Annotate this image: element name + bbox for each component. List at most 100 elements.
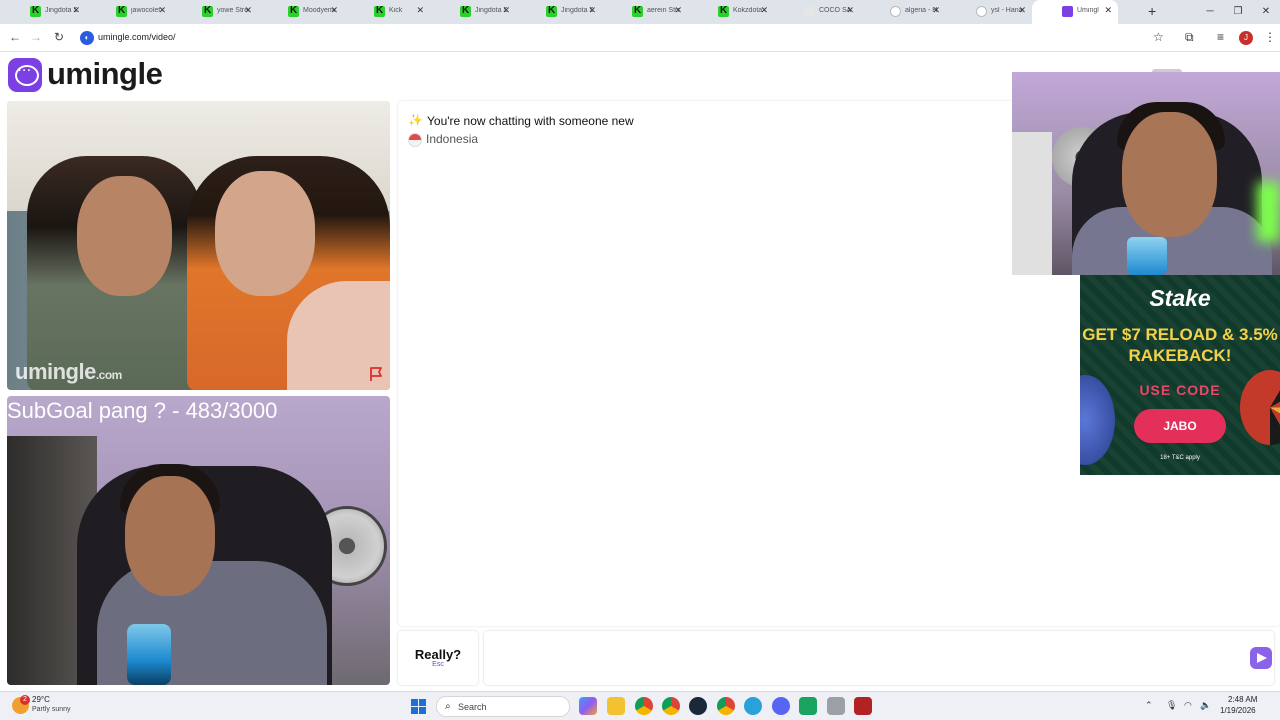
ad-terms: 18+ T&C apply — [1160, 455, 1200, 461]
window-controls: ─ ❐ ✕ — [1196, 0, 1280, 24]
video-face-right — [215, 171, 315, 296]
overlay-smart-speaker — [1127, 237, 1167, 275]
close-tab-icon[interactable]: ✕ — [846, 5, 854, 16]
overlay-green-light — [1257, 182, 1280, 242]
browser-menu-icon[interactable]: ⋮ — [1264, 30, 1276, 44]
chrome-icon-2[interactable] — [662, 697, 680, 715]
google-icon — [890, 6, 901, 17]
umingle-logo-icon[interactable] — [8, 58, 42, 92]
sparkle-icon: ✨ — [408, 113, 423, 127]
chat-status-message: You're now chatting with someone new — [427, 114, 634, 128]
browser-tab[interactable]: Jingdota Str✕ — [516, 0, 602, 24]
chat-message-input[interactable] — [484, 631, 1274, 685]
weather-condition: Partly sunny — [32, 706, 71, 713]
minimize-button[interactable]: ─ — [1196, 0, 1224, 24]
send-button[interactable] — [1250, 647, 1272, 669]
browser-tab[interactable]: Moodyemel✕ — [258, 0, 344, 24]
close-tab-icon[interactable]: ✕ — [760, 5, 768, 16]
close-tab-icon[interactable]: ✕ — [1018, 5, 1026, 16]
extensions-icon[interactable]: ⧉ — [1185, 30, 1194, 45]
forward-button[interactable]: → — [30, 30, 42, 44]
close-tab-icon[interactable]: ✕ — [158, 5, 166, 16]
site-logo-text[interactable]: umingle — [47, 56, 163, 92]
dota-icon[interactable] — [854, 697, 872, 715]
close-tab-icon[interactable]: ✕ — [330, 5, 338, 16]
site-info-icon[interactable]: ◐ — [80, 31, 94, 45]
browser-tab[interactable]: COCO SAMI✕ — [774, 0, 860, 24]
telegram-icon[interactable] — [744, 697, 762, 715]
browser-tab[interactable]: yowe Stream✕ — [172, 0, 258, 24]
browser-tab[interactable]: ysl - Hanapi✕ — [946, 0, 1032, 24]
skip-button-label: Really? — [414, 647, 462, 662]
browser-tab[interactable]: jawocolet St✕ — [86, 0, 172, 24]
ad-headline: GET $7 RELOAD & 3.5% RAKEBACK! — [1082, 325, 1278, 365]
clock-time[interactable]: 2:48 AM — [1228, 695, 1257, 704]
close-tab-icon[interactable]: ✕ — [502, 5, 510, 16]
video-smart-speaker — [127, 624, 171, 685]
copilot-icon[interactable] — [579, 697, 597, 715]
url-text: umingle.com/video/ — [98, 32, 176, 42]
notification-badge: 2 — [20, 695, 30, 705]
kick-icon — [718, 5, 729, 17]
profile-avatar[interactable]: J — [1239, 31, 1253, 45]
close-tab-icon[interactable]: ✕ — [674, 5, 682, 16]
close-tab-icon[interactable]: ✕ — [244, 5, 252, 16]
tray-chevron-icon[interactable]: ⌃ — [1145, 700, 1153, 711]
stake-logo: Stake — [1149, 285, 1211, 311]
tool-icon[interactable] — [827, 697, 845, 715]
umingle-icon — [1062, 6, 1073, 17]
overlay-head — [1122, 112, 1217, 237]
overlay-door — [1012, 132, 1052, 275]
steam-icon[interactable] — [689, 697, 707, 715]
kick-icon — [632, 5, 643, 17]
browser-tab[interactable]: algeria - Ha✕ — [860, 0, 946, 24]
self-video: SubGoal pang ? - 483/3000 — [7, 396, 390, 685]
clock-date[interactable]: 1/19/2026 — [1220, 706, 1256, 715]
watermark-main: umingle — [15, 359, 96, 384]
close-tab-icon[interactable]: ✕ — [1104, 5, 1112, 16]
stake-ad-overlay: Stake GET $7 RELOAD & 3.5% RAKEBACK! USE… — [1080, 275, 1280, 475]
reload-button[interactable]: ↻ — [54, 30, 64, 44]
browser-tab[interactable]: Jingdota Str✕ — [430, 0, 516, 24]
streamer-webcam-overlay — [1012, 72, 1280, 275]
browser-tab[interactable]: Jingdota Str✕ — [0, 0, 86, 24]
browser-tab[interactable]: aerein Strea✕ — [602, 0, 688, 24]
weather-temperature: 29°C — [32, 695, 50, 704]
kick-icon — [288, 5, 299, 17]
google-icon — [976, 6, 987, 17]
start-menu-icon[interactable] — [411, 699, 426, 714]
video-face-left — [77, 176, 172, 296]
browser-tab[interactable]: Kokzdota St✕ — [688, 0, 774, 24]
subgoal-overlay-text: SubGoal pang ? - 483/3000 — [7, 398, 278, 423]
close-tab-icon[interactable]: ✕ — [932, 5, 940, 16]
bookmark-star-icon[interactable]: ☆ — [1153, 30, 1164, 44]
media-controls-icon[interactable]: ≡ — [1217, 30, 1224, 44]
chrome-icon-3[interactable] — [717, 697, 735, 715]
chrome-icon-1[interactable] — [635, 697, 653, 715]
video-person-head — [125, 476, 215, 596]
app-icon[interactable] — [799, 697, 817, 715]
watermark-suffix: .com — [95, 368, 123, 382]
close-tab-icon[interactable]: ✕ — [72, 5, 80, 16]
skip-button[interactable]: Really? Esc — [398, 631, 478, 685]
taskbar-search[interactable]: ⌕ Search — [436, 696, 570, 717]
ad-promo-code: JABO — [1134, 409, 1226, 443]
wifi-icon[interactable]: ◠ — [1184, 700, 1192, 711]
close-window-button[interactable]: ✕ — [1252, 0, 1280, 24]
browser-tab[interactable]: Umingl ✕ — [1032, 0, 1118, 24]
microphone-icon[interactable]: 🎙 — [1166, 700, 1177, 711]
volume-icon[interactable]: 🔈 — [1200, 700, 1211, 711]
back-button[interactable]: ← — [9, 30, 21, 44]
ad-use-code-label: USE CODE — [1139, 382, 1221, 398]
new-tab-button[interactable]: + — [1148, 3, 1156, 19]
address-bar[interactable]: ◐ umingle.com/video/ — [74, 27, 1204, 49]
restore-button[interactable]: ❐ — [1224, 0, 1252, 24]
close-tab-icon[interactable]: ✕ — [588, 5, 596, 16]
taskbar-search-label: Search — [458, 702, 487, 712]
kick-icon — [202, 5, 213, 17]
report-flag-icon[interactable] — [368, 366, 384, 382]
discord-icon[interactable] — [772, 697, 790, 715]
file-explorer-icon[interactable] — [607, 697, 625, 715]
browser-tab[interactable]: Kick✕ — [344, 0, 430, 24]
close-tab-icon[interactable]: ✕ — [416, 5, 424, 16]
